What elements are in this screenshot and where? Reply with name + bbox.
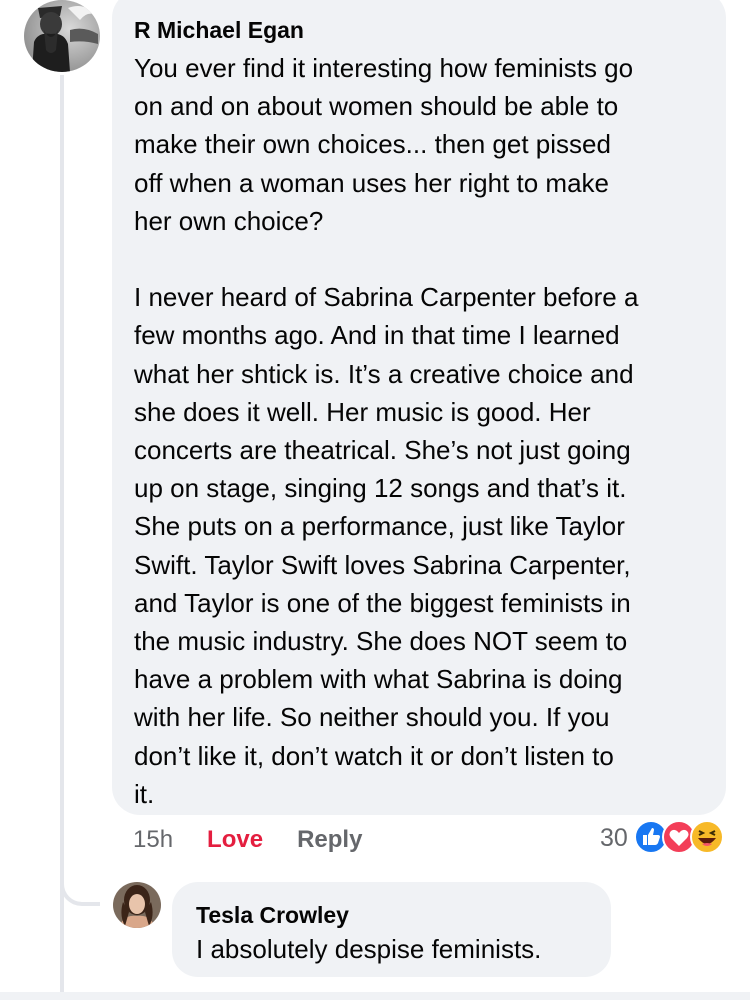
haha-icon [689, 820, 724, 854]
reply-connector-line [60, 840, 100, 906]
reaction-icons [633, 820, 729, 856]
love-reaction-button[interactable]: Love [207, 826, 263, 854]
bottom-divider [0, 992, 750, 1000]
reply-author-name[interactable]: Tesla Crowley [196, 900, 611, 930]
comment-text: You ever find it interesting how feminis… [134, 53, 639, 809]
avatar-r-michael-egan[interactable] [24, 0, 100, 72]
reaction-count: 30 [600, 823, 628, 852]
comment-author-name[interactable]: R Michael Egan [134, 15, 726, 45]
reply-bubble: Tesla Crowley I absolutely despise femin… [172, 882, 611, 977]
comment-bubble: R Michael Egan You ever find it interest… [112, 0, 726, 815]
comment-actions: 15h Love Reply [133, 822, 362, 858]
reply-text: I absolutely despise feminists. [196, 934, 542, 964]
avatar-tesla-crowley[interactable] [113, 882, 161, 928]
comment-timestamp[interactable]: 15h [133, 826, 173, 854]
reaction-summary[interactable]: 30 [600, 818, 729, 858]
reply-button[interactable]: Reply [297, 826, 362, 854]
